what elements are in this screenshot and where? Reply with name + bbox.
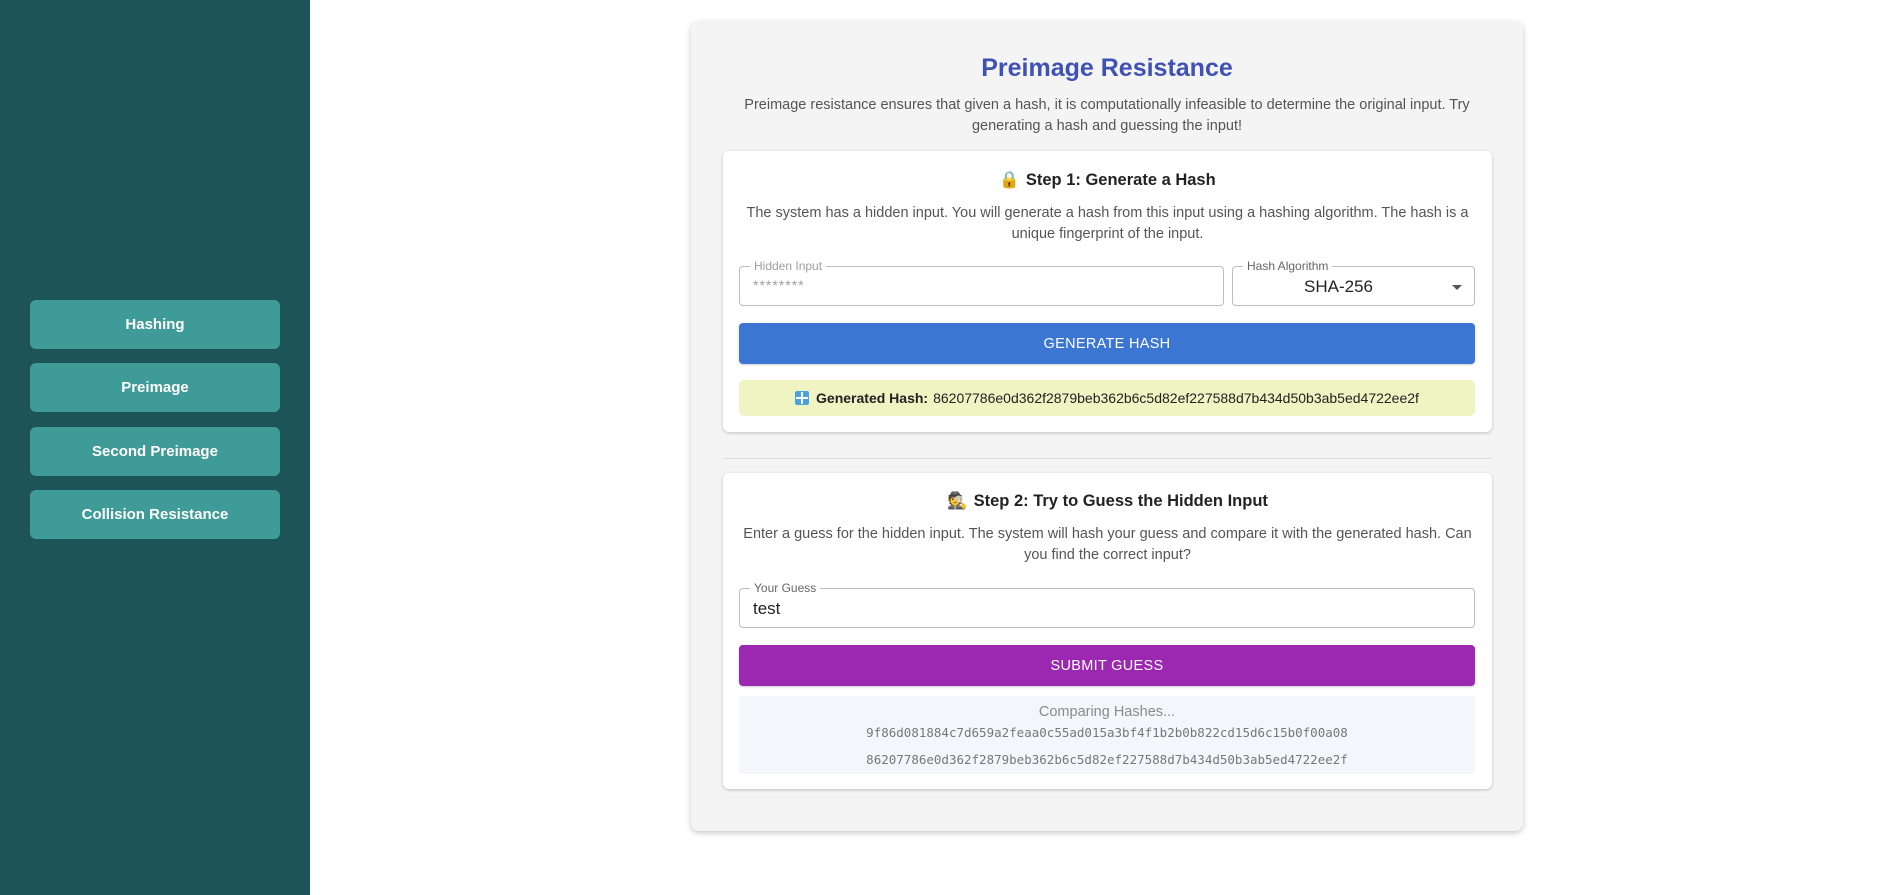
guess-input-label: Your Guess bbox=[750, 581, 821, 595]
sidebar: Hashing Preimage Second Preimage Collisi… bbox=[0, 0, 310, 895]
hash-algorithm-select[interactable]: Hash Algorithm SHA-256 bbox=[1232, 259, 1475, 306]
step1-title-text: Step 1: Generate a Hash bbox=[1025, 171, 1216, 189]
generated-hash-value: 86207786e0d362f2879beb362b6c5d82ef227588… bbox=[933, 390, 1419, 406]
step1-card: 🔒 Step 1: Generate a Hash The system has … bbox=[723, 151, 1492, 432]
page-title: Preimage Resistance bbox=[981, 54, 1233, 82]
comparing-hashes-box: Comparing Hashes... 9f86d081884c7d659a2f… bbox=[739, 696, 1475, 774]
page-intro: Preimage resistance ensures that given a… bbox=[744, 97, 1470, 134]
nav-second-preimage-button[interactable]: Second Preimage bbox=[30, 427, 280, 476]
hidden-input-placeholder: ******** bbox=[753, 277, 805, 293]
hash-grid-icon bbox=[795, 391, 810, 405]
submit-guess-button[interactable]: SUBMIT GUESS bbox=[739, 645, 1475, 686]
guess-hash-value: 9f86d081884c7d659a2feaa0c55ad015a3bf4f1b… bbox=[866, 725, 1348, 740]
nav-hashing-button[interactable]: Hashing bbox=[30, 300, 280, 349]
hash-algorithm-label: Hash Algorithm bbox=[1243, 259, 1333, 273]
nav-collision-resistance-button[interactable]: Collision Resistance bbox=[30, 490, 280, 539]
step2-card: 🕵️ Step 2: Try to Guess the Hidden Input … bbox=[723, 473, 1492, 789]
step1-title: 🔒 Step 1: Generate a Hash bbox=[723, 171, 1492, 190]
step2-title-text: Step 2: Try to Guess the Hidden Input bbox=[973, 492, 1268, 510]
step1-description: The system has a hidden input. You will … bbox=[746, 205, 1469, 242]
generate-hash-button[interactable]: GENERATE HASH bbox=[739, 323, 1475, 364]
hidden-input-label: Hidden Input bbox=[750, 259, 827, 273]
step2-title: 🕵️ Step 2: Try to Guess the Hidden Input bbox=[723, 492, 1492, 511]
chevron-down-icon bbox=[1452, 285, 1462, 290]
generated-hash-label: Generated Hash: bbox=[816, 390, 929, 406]
nav-preimage-button[interactable]: Preimage bbox=[30, 363, 280, 412]
hash-algorithm-value: SHA-256 bbox=[1304, 277, 1373, 296]
guess-input-value: test bbox=[753, 599, 781, 618]
comparing-hashes-title: Comparing Hashes... bbox=[1038, 704, 1176, 720]
target-hash-value: 86207786e0d362f2879beb362b6c5d82ef227588… bbox=[866, 752, 1348, 767]
lock-icon: 🔒 bbox=[999, 171, 1020, 189]
guess-input-field[interactable]: Your Guess test bbox=[739, 581, 1475, 628]
detective-icon: 🕵️ bbox=[947, 492, 968, 510]
hidden-input-field[interactable]: Hidden Input ******** bbox=[739, 259, 1224, 306]
divider bbox=[723, 458, 1492, 459]
step2-description: Enter a guess for the hidden input. The … bbox=[743, 526, 1472, 563]
preimage-card: Preimage Resistance Preimage resistance … bbox=[691, 21, 1523, 831]
generated-hash-box: Generated Hash: 86207786e0d362f2879beb36… bbox=[739, 380, 1475, 416]
